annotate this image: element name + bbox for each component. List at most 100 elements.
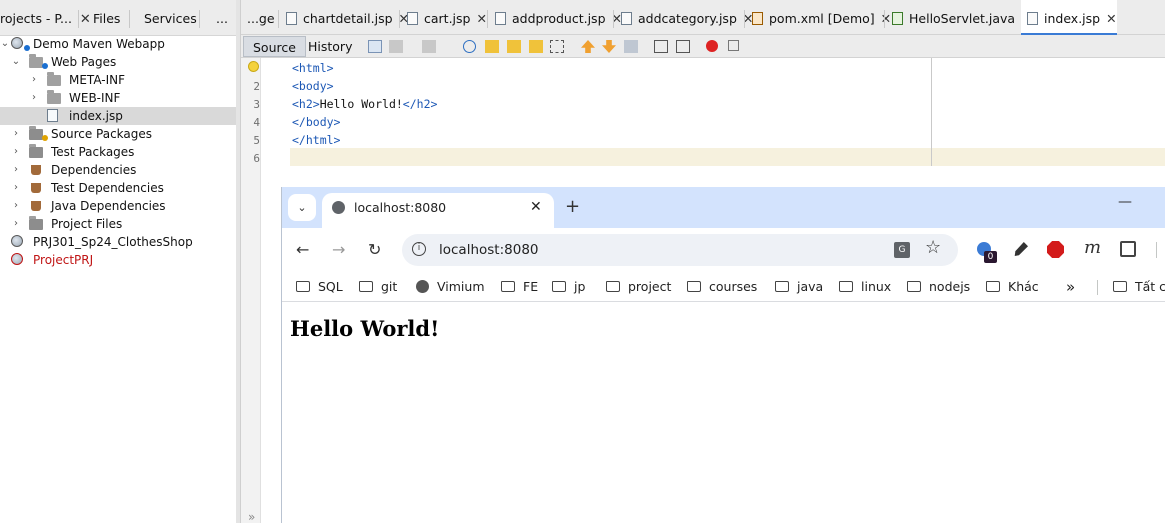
tab-label: pom.xml	[769, 11, 824, 26]
tree-node-demo-maven-webapp[interactable]: ⌄ Demo Maven Webapp	[0, 35, 236, 53]
tab-ge[interactable]: ...ge	[247, 0, 275, 35]
editor-tabbar: ...ge chartdetail.jsp ✕ cart.jsp ✕ addprod…	[241, 0, 1165, 35]
code-line-1[interactable]: <html>	[292, 61, 334, 75]
tree-node-dependencies[interactable]: › Dependencies	[0, 161, 236, 179]
tree-node-project-files[interactable]: › Project Files	[0, 215, 236, 233]
chevron-right-icon[interactable]: ›	[11, 179, 21, 197]
chevron-right-icon[interactable]: ›	[29, 89, 39, 107]
find-previous-icon[interactable]	[485, 40, 499, 53]
arrow-up-icon[interactable]	[581, 40, 595, 53]
back-arrow-icon[interactable]: ←	[296, 240, 309, 260]
forward-arrow-icon[interactable]: →	[332, 240, 345, 260]
toggle-bookmark-icon[interactable]	[624, 40, 638, 53]
toggle-highlight-icon[interactable]	[529, 40, 543, 53]
tab-search-chevron-icon[interactable]: ⌄	[288, 194, 316, 221]
chevron-down-icon[interactable]: ⌄	[0, 35, 10, 53]
bookmark-khac[interactable]: Khác	[986, 279, 1039, 295]
tree-node-projectprj[interactable]: ProjectPRJ	[0, 251, 236, 269]
close-icon[interactable]: ✕	[1106, 11, 1116, 26]
tab-addcategory-jsp[interactable]: addcategory.jsp ✕	[621, 0, 753, 35]
bookmark-java[interactable]: java	[775, 279, 823, 295]
arrow-down-icon[interactable]	[602, 40, 616, 53]
tab-more[interactable]: ...	[216, 0, 228, 35]
tab-services[interactable]: Services	[144, 0, 197, 35]
bookmark-git[interactable]: git	[359, 279, 397, 295]
bookmark-star-icon[interactable]: ☆	[925, 237, 941, 258]
tab-cart-jsp[interactable]: cart.jsp ✕	[407, 0, 487, 35]
chevron-right-icon[interactable]: ›	[11, 161, 21, 179]
globe-icon	[332, 201, 345, 214]
record-macro-icon[interactable]	[706, 40, 718, 52]
reload-icon[interactable]: ↻	[368, 240, 381, 260]
tree-node-web-pages[interactable]: ⌄ Web Pages	[0, 53, 236, 71]
folder-icon	[907, 281, 921, 292]
bookmark-jp[interactable]: jp	[552, 279, 585, 295]
history-view-button[interactable]: History	[299, 36, 361, 57]
bookmark-courses[interactable]: courses	[687, 279, 757, 295]
tab-files[interactable]: Files	[93, 0, 120, 35]
bookmarks-overflow-icon[interactable]: »	[1066, 279, 1075, 295]
tree-node-web-inf[interactable]: › WEB-INF	[0, 89, 236, 107]
all-bookmarks[interactable]: Tất c	[1113, 279, 1165, 295]
bookmark-project[interactable]: project	[606, 279, 671, 295]
code-line-4[interactable]: </body>	[292, 115, 340, 129]
translate-icon[interactable]: G	[894, 242, 910, 258]
tree-node-source-packages[interactable]: › Source Packages	[0, 125, 236, 143]
source-view-button[interactable]: Source	[243, 36, 306, 57]
browser-tab[interactable]: localhost:8080 ✕	[322, 193, 554, 228]
code-line-3[interactable]: <h2>Hello World!</h2>	[292, 97, 437, 111]
stop-macro-icon[interactable]	[728, 40, 739, 51]
bookmark-sql[interactable]: SQL	[296, 279, 343, 295]
m-extension-icon[interactable]: m	[1084, 237, 1101, 258]
chevron-down-icon[interactable]: ⌄	[11, 53, 21, 71]
chevron-right-icon[interactable]: ›	[11, 215, 21, 233]
tree-node-test-dependencies[interactable]: › Test Dependencies	[0, 179, 236, 197]
bookmark-fe[interactable]: FE	[501, 279, 538, 295]
code-line-2[interactable]: <body>	[292, 79, 334, 93]
lightbulb-hint-icon[interactable]	[248, 61, 259, 72]
tree-node-prj301[interactable]: PRJ301_Sp24_ClothesShop	[0, 233, 236, 251]
chevron-right-icon[interactable]: ›	[29, 71, 39, 89]
shift-right-icon[interactable]	[676, 40, 690, 53]
minimize-button[interactable]: —	[1118, 194, 1132, 210]
close-icon[interactable]: ✕	[881, 11, 891, 26]
ublock-icon[interactable]	[1047, 241, 1064, 258]
tree-node-index-jsp[interactable]: index.jsp	[0, 107, 236, 125]
tree-node-java-dependencies[interactable]: › Java Dependencies	[0, 197, 236, 215]
chevron-right-icon[interactable]: »	[248, 510, 255, 524]
shift-left-icon[interactable]	[654, 40, 668, 53]
tab-projects-label: rojects - P...	[0, 11, 72, 26]
tab-label: addcategory.jsp	[638, 11, 737, 26]
jsp-file-icon	[1027, 12, 1038, 25]
find-icon[interactable]	[463, 40, 476, 53]
tab-chartdetail-jsp[interactable]: chartdetail.jsp ✕	[286, 0, 409, 35]
close-icon[interactable]: ✕	[80, 12, 91, 27]
tab-pom-xml[interactable]: pom.xml [Demo] ✕	[752, 0, 891, 35]
bookmark-linux[interactable]: linux	[839, 279, 891, 295]
tab-index-jsp[interactable]: index.jsp ✕	[1021, 0, 1117, 35]
tree-node-test-packages[interactable]: › Test Packages	[0, 143, 236, 161]
close-icon[interactable]: ✕	[476, 11, 486, 26]
code-line-5[interactable]: </html>	[292, 133, 340, 147]
folder-icon	[296, 281, 310, 292]
back-icon[interactable]	[389, 40, 403, 53]
bookmark-vimium[interactable]: Vimium	[416, 279, 485, 295]
chevron-right-icon[interactable]: ›	[11, 143, 21, 161]
chevron-right-icon[interactable]: ›	[11, 125, 21, 143]
forward-icon[interactable]	[422, 40, 436, 53]
address-bar[interactable]: i localhost:8080 G ☆	[402, 234, 958, 266]
new-tab-button[interactable]: +	[565, 195, 580, 219]
tab-helloservlet-java[interactable]: HelloServlet.java✕	[892, 0, 1032, 35]
find-next-icon[interactable]	[507, 40, 521, 53]
extensions-puzzle-icon[interactable]	[1120, 241, 1136, 257]
close-icon[interactable]: ✕	[530, 193, 542, 222]
site-info-icon[interactable]: i	[412, 242, 426, 256]
tree-node-label: META-INF	[69, 73, 126, 87]
bookmark-nodejs[interactable]: nodejs	[907, 279, 970, 295]
rect-select-icon[interactable]	[550, 40, 564, 53]
current-line-highlight	[290, 148, 1165, 166]
chevron-right-icon[interactable]: ›	[11, 197, 21, 215]
tree-node-meta-inf[interactable]: › META-INF	[0, 71, 236, 89]
last-edit-icon[interactable]	[368, 40, 382, 53]
tab-addproduct-jsp[interactable]: addproduct.jsp ✕	[495, 0, 622, 35]
